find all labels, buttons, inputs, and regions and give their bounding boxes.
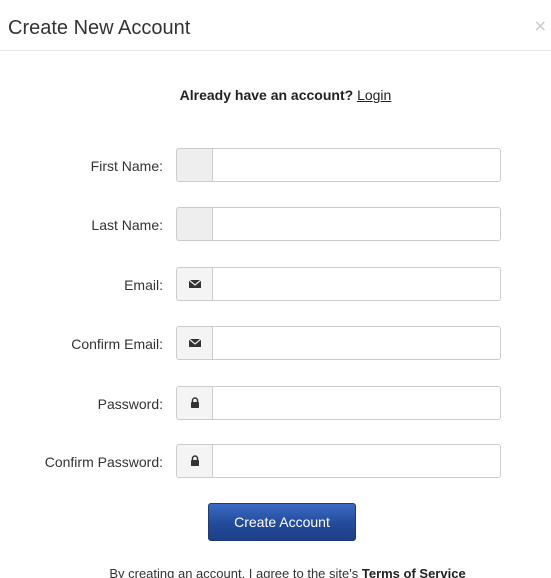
login-link[interactable]: Login [357,87,391,103]
create-account-modal: Create New Account × Already have an acc… [0,0,551,578]
email-addon [176,267,212,301]
modal-title: Create New Account [8,17,191,39]
password-input[interactable] [212,386,501,420]
confirm-password-row: Confirm Password: [0,444,551,480]
password-label: Password: [97,396,163,412]
login-prompt: Already have an account? Login [0,86,551,104]
confirm-password-input[interactable] [212,444,501,478]
password-addon [176,386,212,420]
modal-header: Create New Account × [0,0,551,51]
email-label: Email: [124,277,163,293]
confirm-email-label: Confirm Email: [71,336,163,352]
terms-of-service-link[interactable]: Terms of Service [362,566,466,578]
email-group [176,267,501,301]
close-button[interactable]: × [534,18,547,34]
last-name-label: Last Name: [91,217,163,233]
last-name-group [176,207,501,241]
envelope-icon [189,338,201,347]
first-name-group [176,148,501,182]
password-group [176,386,501,420]
last-name-addon [176,207,212,241]
first-name-addon [176,148,212,182]
envelope-icon [189,279,201,288]
first-name-input[interactable] [212,148,501,182]
confirm-email-input[interactable] [212,326,501,360]
confirm-email-addon [176,326,212,360]
create-account-button[interactable]: Create Account [208,503,356,541]
terms-notice: By creating an account, I agree to the s… [0,566,551,578]
email-input[interactable] [212,267,501,301]
confirm-password-addon [176,444,212,478]
first-name-row: First Name: [0,148,551,184]
confirm-password-label: Confirm Password: [44,454,163,470]
last-name-row: Last Name: [0,207,551,243]
login-prompt-text: Already have an account? [179,87,354,103]
confirm-email-row: Confirm Email: [0,326,551,362]
confirm-email-group [176,326,501,360]
first-name-label: First Name: [90,158,163,174]
last-name-input[interactable] [212,207,501,241]
lock-icon [191,397,199,408]
terms-prefix: By creating an account, I agree to the s… [109,566,359,578]
password-row: Password: [0,386,551,422]
confirm-password-group [176,444,501,478]
lock-icon [191,455,199,466]
email-row: Email: [0,267,551,303]
